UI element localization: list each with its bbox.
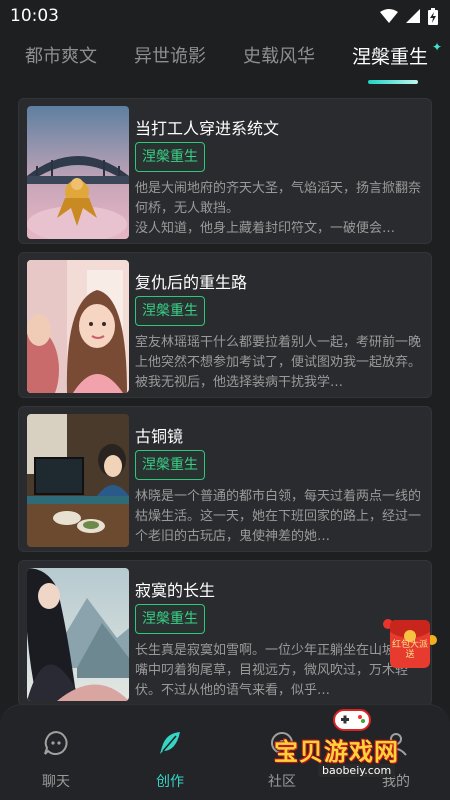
tab-rebirth[interactable]: 涅槃重生 ✦ [352, 40, 442, 84]
novel-cover-image [27, 414, 129, 547]
novel-card[interactable]: 古铜镜 涅槃重生 林晓是一个普通的都市白领，每天过着两点一线的枯燥生活。这一天，… [18, 406, 432, 552]
watermark-url: baobeiy.com [318, 764, 396, 777]
nav-label: 创作 [156, 774, 184, 790]
novel-card[interactable]: 寂寞的长生 涅槃重生 长生真是寂寞如雪啊。一位少年正躺坐在山坡上，嘴中叼着狗尾草… [18, 560, 432, 706]
status-time: 10:03 [10, 6, 59, 26]
novel-card[interactable]: 当打工人穿进系统文 涅槃重生 他是大闹地府的齐天大圣，气焰滔天，扬言掀翻奈何桥，… [18, 98, 432, 244]
novel-cover-image [27, 568, 129, 701]
sparkle-icon: ✦ [431, 40, 443, 54]
novel-cover-image [27, 106, 129, 239]
novel-list[interactable]: 当打工人穿进系统文 涅槃重生 他是大闹地府的齐天大圣，气焰滔天，扬言掀翻奈何桥，… [18, 96, 432, 706]
genre-tag: 涅槃重生 [135, 604, 205, 634]
tab-urban[interactable]: 都市爽文 [25, 44, 97, 70]
novel-title: 古铜镜 [135, 427, 184, 446]
nav-label: 聊天 [42, 774, 70, 790]
novel-title: 复仇后的重生路 [135, 273, 248, 292]
novel-cover-image [27, 260, 129, 393]
novel-title: 寂寞的长生 [135, 581, 216, 600]
gamepad-icon [333, 709, 371, 731]
category-tabs: 都市爽文 异世诡影 史载风华 涅槃重生 ✦ [0, 40, 450, 94]
red-packet-label: 红包大派送 [392, 640, 429, 660]
active-tab-indicator [368, 80, 418, 84]
tab-history[interactable]: 史载风华 [243, 44, 315, 70]
cellular-signal-icon [406, 9, 420, 23]
novel-card[interactable]: 复仇后的重生路 涅槃重生 室友林瑶瑶干什么都要拉着别人一起，考研前一晚上他突然不… [18, 252, 432, 398]
status-icons [380, 7, 438, 25]
genre-tag: 涅槃重生 [135, 450, 205, 480]
watermark-text: 宝贝游戏网 [274, 738, 399, 766]
chat-bubble-icon [26, 727, 86, 759]
status-bar: 10:03 [0, 0, 450, 32]
tab-otherworld[interactable]: 异世诡影 [134, 44, 206, 70]
site-watermark: 宝贝游戏网 baobeiy.com [268, 704, 428, 784]
genre-tag: 涅槃重生 [135, 296, 205, 326]
feather-pen-icon [140, 727, 200, 759]
battery-charging-icon [428, 7, 438, 25]
nav-item-create[interactable]: 创作 [140, 727, 200, 791]
red-packet-float-button[interactable]: 红包大派送 [380, 610, 440, 672]
novel-description: 他是大闹地府的齐天大圣，气焰滔天，扬言掀翻奈何桥，无人敢挡。 没人知道，他身上藏… [135, 181, 422, 236]
novel-title: 当打工人穿进系统文 [135, 119, 280, 138]
wifi-icon [380, 9, 398, 23]
nav-item-chat[interactable]: 聊天 [26, 727, 86, 791]
novel-description: 林晓是一个普通的都市白领，每天过着两点一线的枯燥生活。这一天，她在下班回家的路上… [135, 489, 422, 544]
genre-tag: 涅槃重生 [135, 142, 205, 172]
novel-description: 室友林瑶瑶干什么都要拉着别人一起，考研前一晚上他突然不想参加考试了，便试图劝我一… [135, 335, 422, 390]
